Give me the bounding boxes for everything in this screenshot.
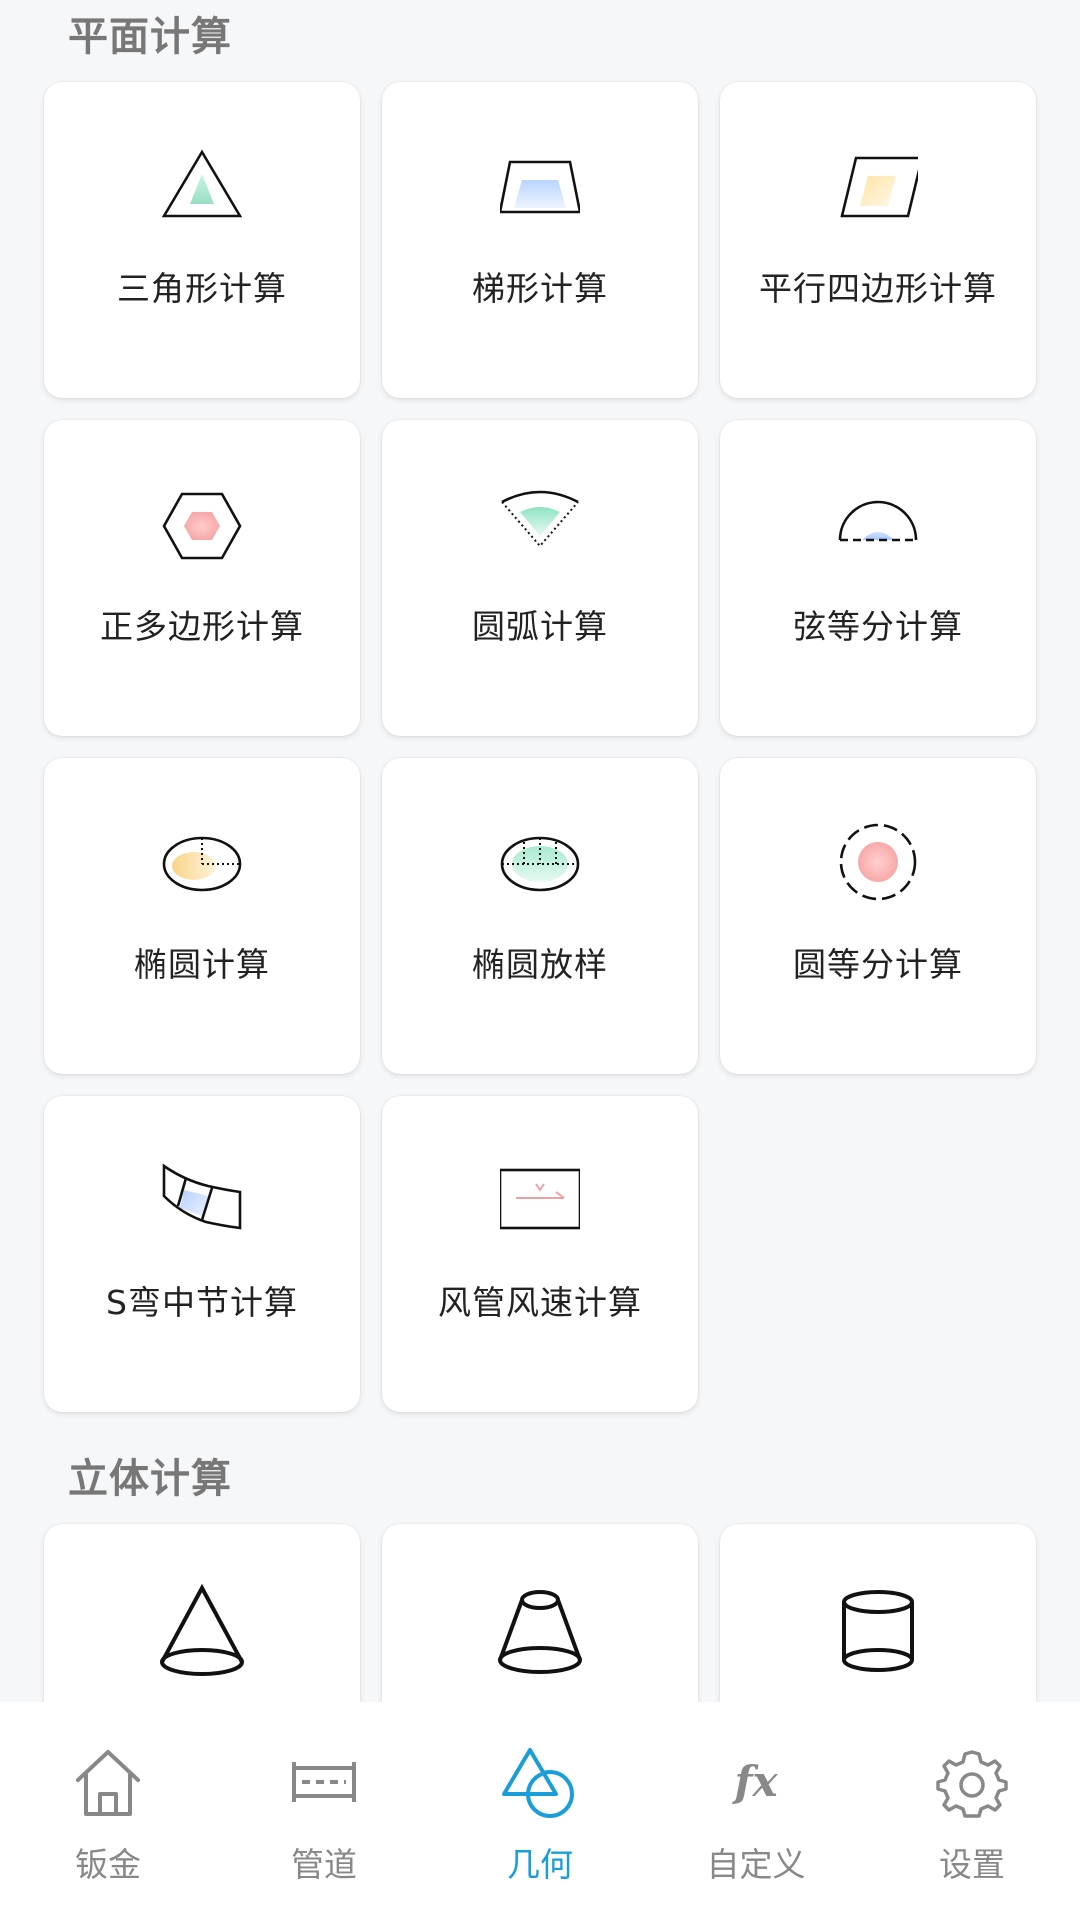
card-ellipse-layout[interactable]: 椭圆放样 — [382, 758, 698, 1074]
cone-icon — [157, 1582, 247, 1678]
card-label: 圆弧计算 — [472, 607, 608, 646]
card-label: 梯形计算 — [472, 269, 608, 308]
plane-grid: 三角形计算 梯形计算 平行四边形计算 正多边形计算 圆弧计算 弦等分计算 椭圆计… — [44, 82, 1036, 1412]
card-label: S弯中节计算 — [106, 1283, 298, 1322]
semicircle-chord-icon — [838, 484, 918, 564]
nav-label: 钣金 — [75, 1845, 141, 1884]
card-trapezoid[interactable]: 梯形计算 — [382, 82, 698, 398]
solid-grid — [44, 1524, 1036, 1702]
ellipse-layout-icon — [500, 822, 580, 902]
card-label: 椭圆放样 — [472, 945, 608, 984]
card-label: 圆等分计算 — [793, 945, 963, 984]
bottom-nav: 钣金 管道 几何 fx 自定义 设置 — [0, 1702, 1080, 1920]
card-label: 风管风速计算 — [438, 1283, 642, 1322]
sector-icon — [500, 484, 580, 564]
s-bend-icon — [162, 1160, 242, 1240]
card-ellipse[interactable]: 椭圆计算 — [44, 758, 360, 1074]
card-label: 弦等分计算 — [793, 607, 963, 646]
card-frustum[interactable] — [382, 1524, 698, 1702]
section-title-solid: 立体计算 — [68, 1456, 232, 1502]
fx-icon: fx — [718, 1744, 794, 1820]
nav-item-geometry[interactable]: 几何 — [432, 1702, 648, 1920]
card-duct-velocity[interactable]: 风管风速计算 — [382, 1096, 698, 1412]
nav-label: 管道 — [291, 1845, 357, 1884]
ellipse-icon — [162, 822, 242, 902]
card-cone[interactable] — [44, 1524, 360, 1702]
card-label: 三角形计算 — [117, 269, 287, 308]
nav-item-sheet-metal[interactable]: 钣金 — [0, 1702, 216, 1920]
card-arc[interactable]: 圆弧计算 — [382, 420, 698, 736]
card-label: 椭圆计算 — [134, 945, 270, 984]
gear-icon — [934, 1744, 1010, 1820]
svg-text:fx: fx — [731, 1757, 778, 1806]
duct-velocity-icon — [500, 1160, 580, 1240]
trapezoid-icon — [500, 146, 580, 226]
card-cylinder[interactable] — [720, 1524, 1036, 1702]
card-circle-division[interactable]: 圆等分计算 — [720, 758, 1036, 1074]
geometry-icon — [502, 1744, 578, 1820]
card-s-bend[interactable]: S弯中节计算 — [44, 1096, 360, 1412]
dashed-circle-icon — [838, 822, 918, 902]
card-label: 正多边形计算 — [100, 607, 304, 646]
nav-label: 几何 — [507, 1845, 573, 1884]
hexagon-icon — [162, 484, 242, 564]
nav-item-custom[interactable]: fx 自定义 — [648, 1702, 864, 1920]
cylinder-icon — [833, 1582, 923, 1678]
card-chord-division[interactable]: 弦等分计算 — [720, 420, 1036, 736]
card-label: 平行四边形计算 — [759, 269, 997, 308]
section-title-plane: 平面计算 — [68, 14, 232, 60]
nav-item-settings[interactable]: 设置 — [864, 1702, 1080, 1920]
home-icon — [70, 1744, 146, 1820]
card-parallelogram[interactable]: 平行四边形计算 — [720, 82, 1036, 398]
nav-item-pipe[interactable]: 管道 — [216, 1702, 432, 1920]
nav-label: 自定义 — [706, 1845, 806, 1884]
content-scroll[interactable]: 平面计算 三角形计算 梯形计算 平行四边形计算 正多边形计算 圆弧计算 弦等分计… — [0, 0, 1080, 1702]
card-regular-polygon[interactable]: 正多边形计算 — [44, 420, 360, 736]
card-triangle[interactable]: 三角形计算 — [44, 82, 360, 398]
parallelogram-icon — [838, 146, 918, 226]
triangle-icon — [162, 146, 242, 226]
nav-label: 设置 — [939, 1845, 1005, 1884]
frustum-icon — [495, 1582, 585, 1678]
pipe-icon — [286, 1744, 362, 1820]
